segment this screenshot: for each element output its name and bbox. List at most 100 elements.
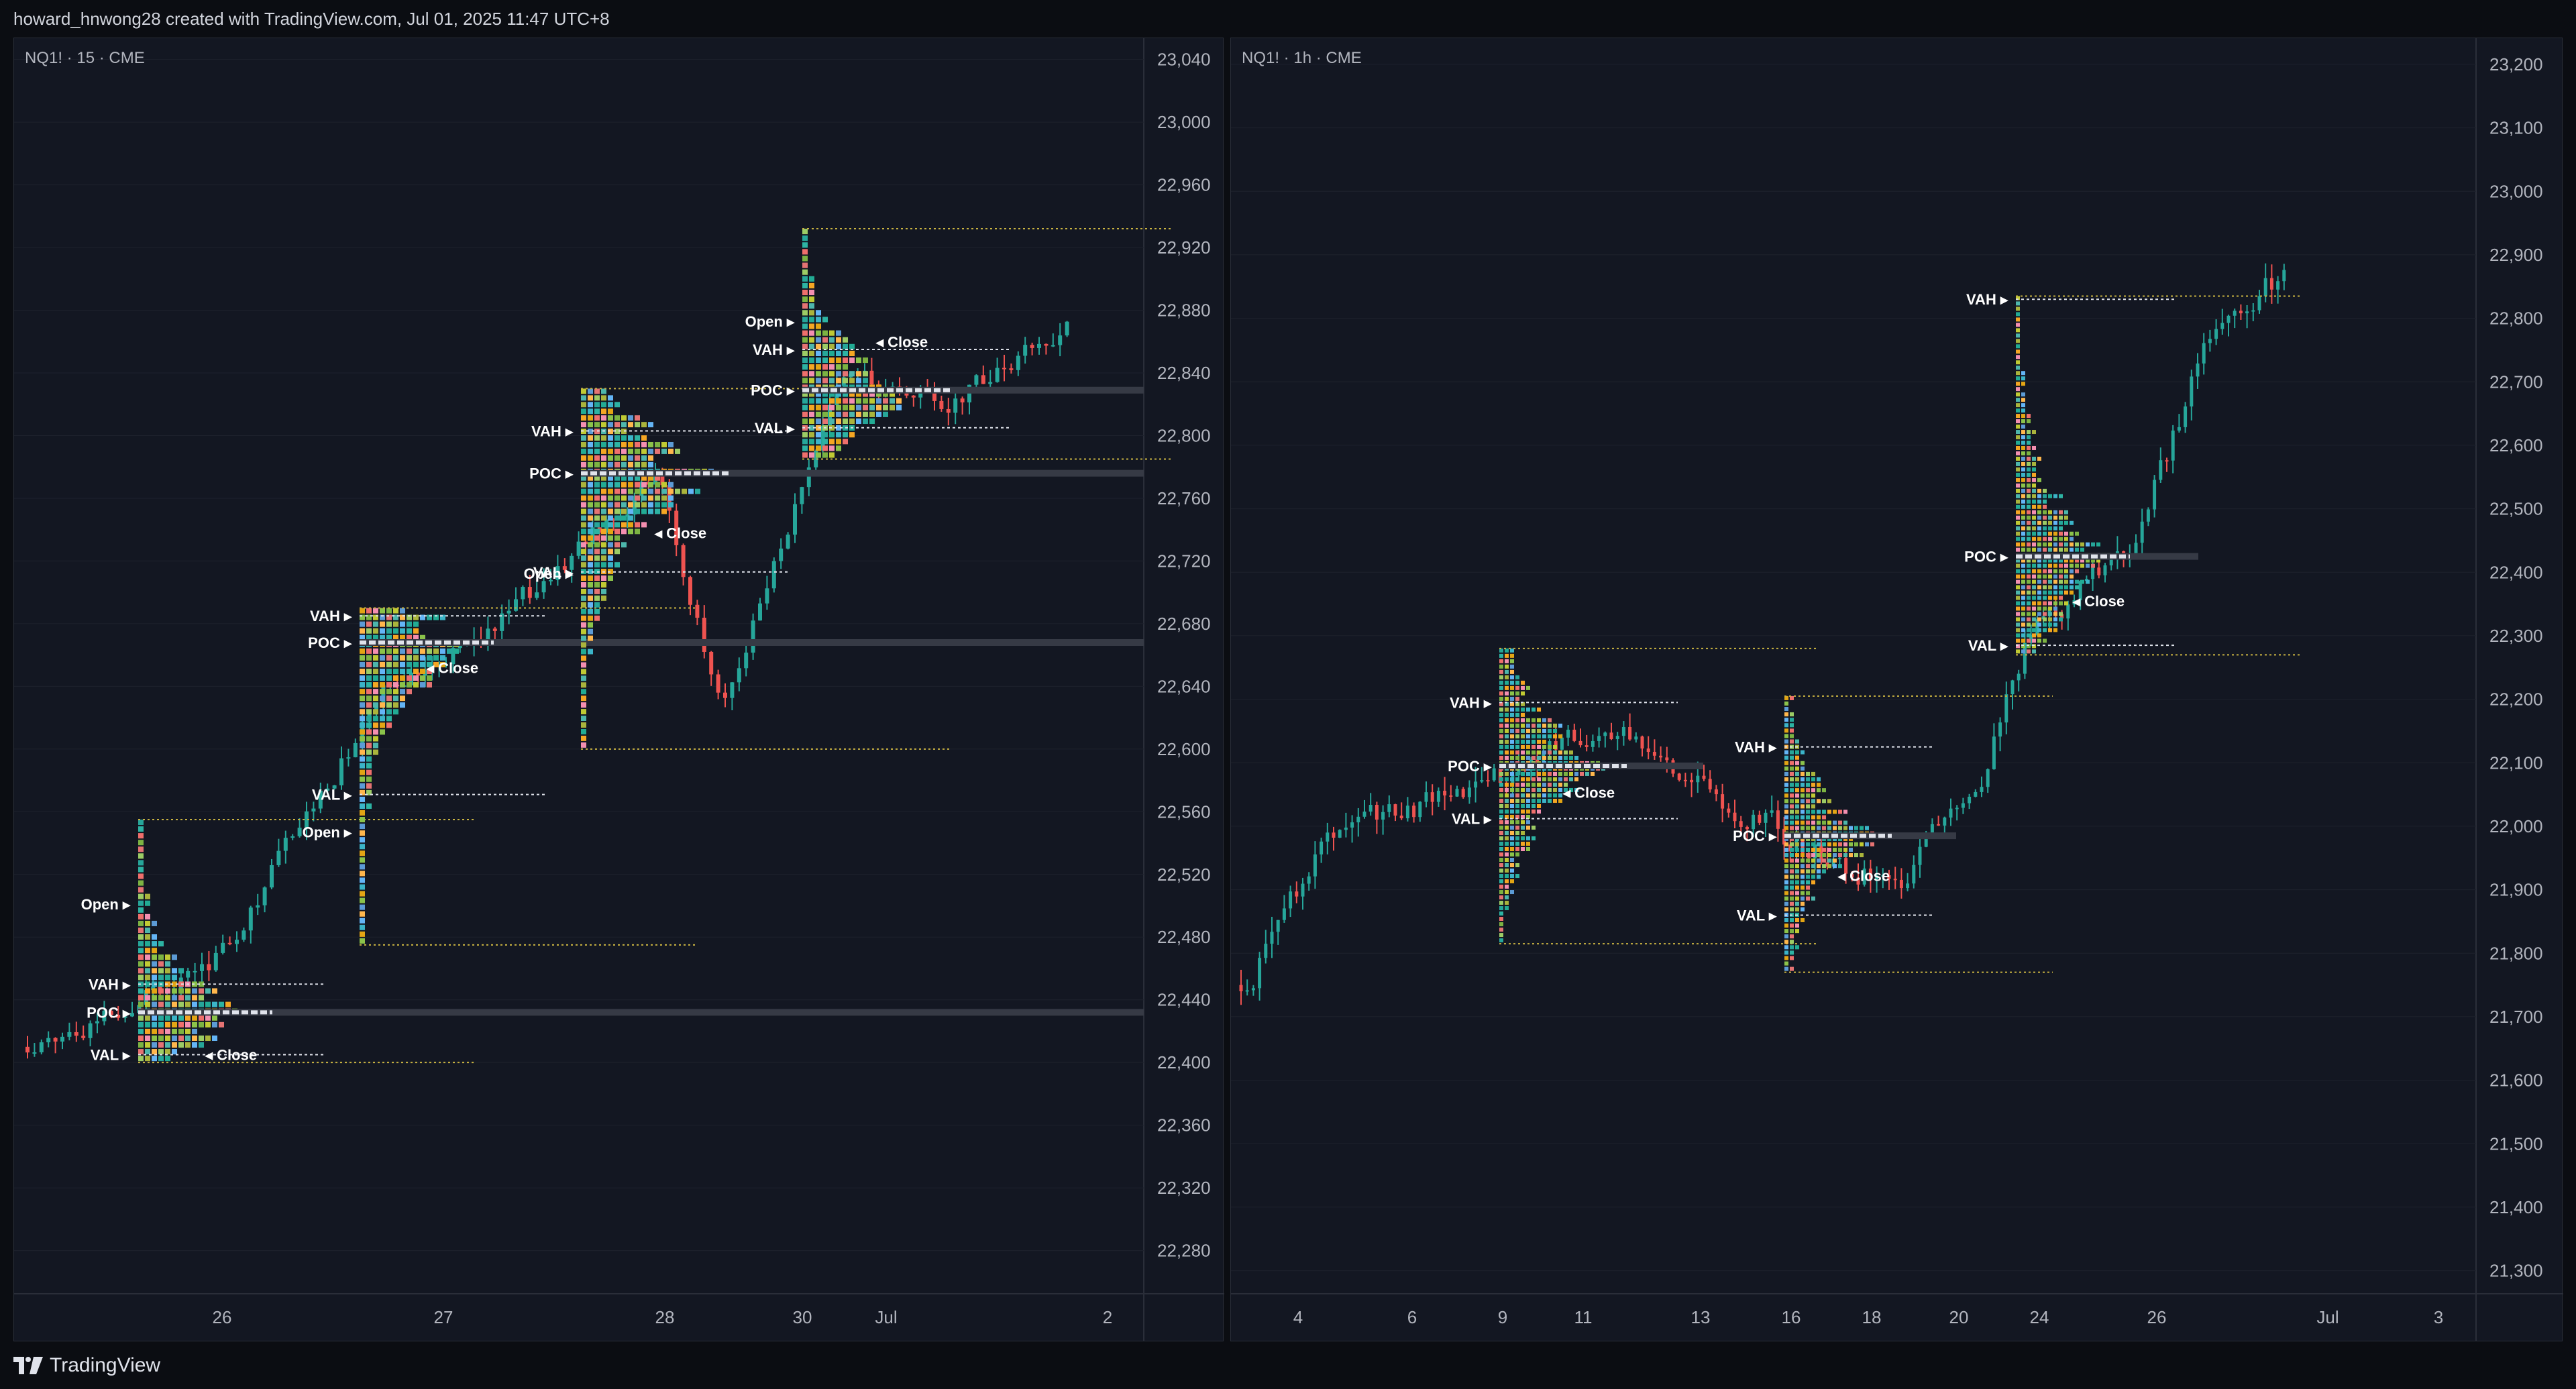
tpo-cell <box>2027 419 2031 424</box>
candle-body <box>1640 736 1644 748</box>
chart-panel-15m[interactable]: 22,280 22,320 22,360 22,400 22,440 22,480 22,5… <box>13 38 1224 1342</box>
tpo-cell <box>688 488 694 494</box>
tpo-cell <box>614 455 620 461</box>
tpo-cell <box>138 887 144 893</box>
candle-body <box>1628 726 1632 740</box>
tpo-cell <box>165 954 170 960</box>
tpo-cell <box>185 988 191 994</box>
tpo-cell <box>212 988 217 994</box>
tpo-cell <box>802 296 808 302</box>
candle-body <box>1412 805 1416 818</box>
tpo-cell <box>621 455 627 461</box>
tpo-cell <box>1801 750 1805 755</box>
tpo-cell <box>829 398 835 404</box>
tpo-cell <box>360 911 365 917</box>
candle-body <box>1603 732 1607 736</box>
tpo-cell <box>668 502 674 508</box>
tradingview-logo[interactable]: TradingView <box>13 1354 160 1377</box>
tpo-cell <box>1532 777 1536 781</box>
tpo-cell <box>594 542 600 548</box>
tpo-cell <box>608 529 613 535</box>
candle-body <box>953 398 958 413</box>
candle-body <box>81 1036 86 1038</box>
tpo-cell <box>366 668 372 675</box>
tpo-cell <box>1532 787 1536 792</box>
tpo-cell <box>1801 885 1805 890</box>
vah-label: VAH ▸ <box>753 341 795 358</box>
tpo-cell <box>400 608 405 614</box>
tpo-cell <box>1806 783 1810 787</box>
tpo-cell <box>648 508 653 514</box>
tpo-cell <box>1790 847 1794 852</box>
tpo-cell <box>2064 542 2068 547</box>
tpo-cell <box>588 455 593 461</box>
tpo-cell <box>178 995 184 1001</box>
tpo-cell <box>1515 803 1519 808</box>
tpo-cell <box>393 696 398 702</box>
tpo-cell <box>2016 649 2020 654</box>
tpo-cell <box>581 482 586 488</box>
tpo-cell <box>1515 691 1519 696</box>
tpo-cell <box>2021 617 2025 622</box>
tpo-cell <box>1532 750 1536 755</box>
tpo-cell <box>1795 945 1799 950</box>
tpo-cell <box>1790 896 1794 901</box>
tpo-cell <box>2027 622 2031 627</box>
tpo-cell <box>608 515 613 521</box>
tpo-cell <box>2064 574 2068 579</box>
tpo-cell <box>601 388 606 394</box>
candle-body <box>786 535 790 549</box>
tpo-cell <box>816 378 821 384</box>
tpo-cell <box>152 1015 157 1021</box>
tpo-cell <box>1537 803 1541 808</box>
tpo-cell <box>581 522 586 528</box>
tpo-cell <box>1811 864 1815 869</box>
tpo-cell <box>386 608 392 614</box>
candle-body <box>1251 988 1255 991</box>
tpo-cell <box>1505 707 1509 712</box>
tpo-cell <box>594 502 600 508</box>
tpo-cell <box>581 442 586 447</box>
tpo-cell <box>2016 355 2020 359</box>
tpo-cell <box>802 229 808 235</box>
tpo-cell <box>138 934 144 940</box>
tpo-cell <box>802 398 808 404</box>
tpo-cell <box>1553 787 1557 792</box>
chart-panel-1h[interactable]: 21,300 21,400 21,500 21,600 21,700 21,800 21,9… <box>1230 38 2563 1342</box>
tpo-cell <box>2070 542 2074 547</box>
tpo-cell <box>2043 612 2047 616</box>
tpo-cell <box>360 729 365 735</box>
tpo-cell <box>1499 744 1503 749</box>
chart-15m-svg[interactable]: 22,28022,32022,36022,40022,44022,48022,5… <box>14 38 1224 1342</box>
chart-1h-svg[interactable]: 21,30021,40021,50021,60021,70021,80021,9… <box>1231 38 2563 1342</box>
tpo-cell <box>1574 777 1578 781</box>
tpo-cell <box>2053 515 2057 520</box>
tpo-cell <box>2016 472 2020 477</box>
tpo-cell <box>843 364 848 370</box>
tpo-cell <box>2037 531 2041 536</box>
tpo-cell <box>192 1021 197 1027</box>
tpo-cell <box>809 310 814 316</box>
tpo-cell <box>2021 537 2025 541</box>
tpo-cell <box>2016 483 2020 488</box>
tpo-cell <box>1817 864 1821 869</box>
tpo-cell <box>1795 929 1799 934</box>
tpo-cell <box>2016 515 2020 520</box>
tpo-cell <box>145 920 150 926</box>
tpo-cell <box>2075 542 2079 547</box>
price-tick-label: 22,800 <box>1157 425 1211 445</box>
tpo-cell <box>1542 723 1546 728</box>
tpo-cell <box>2043 596 2047 600</box>
tpo-cell <box>648 488 653 494</box>
tpo-cell <box>1548 718 1552 722</box>
tpo-cell <box>2016 612 2020 616</box>
tpo-cell <box>2021 451 2025 455</box>
tpo-cell <box>158 988 164 994</box>
tpo-cell <box>1827 826 1831 830</box>
candle-body <box>974 375 979 385</box>
tpo-cell <box>843 411 848 417</box>
tpo-cell <box>2016 628 2020 632</box>
tpo-cell <box>614 549 620 555</box>
tpo-cell <box>1860 842 1864 846</box>
tpo-cell <box>601 595 606 601</box>
